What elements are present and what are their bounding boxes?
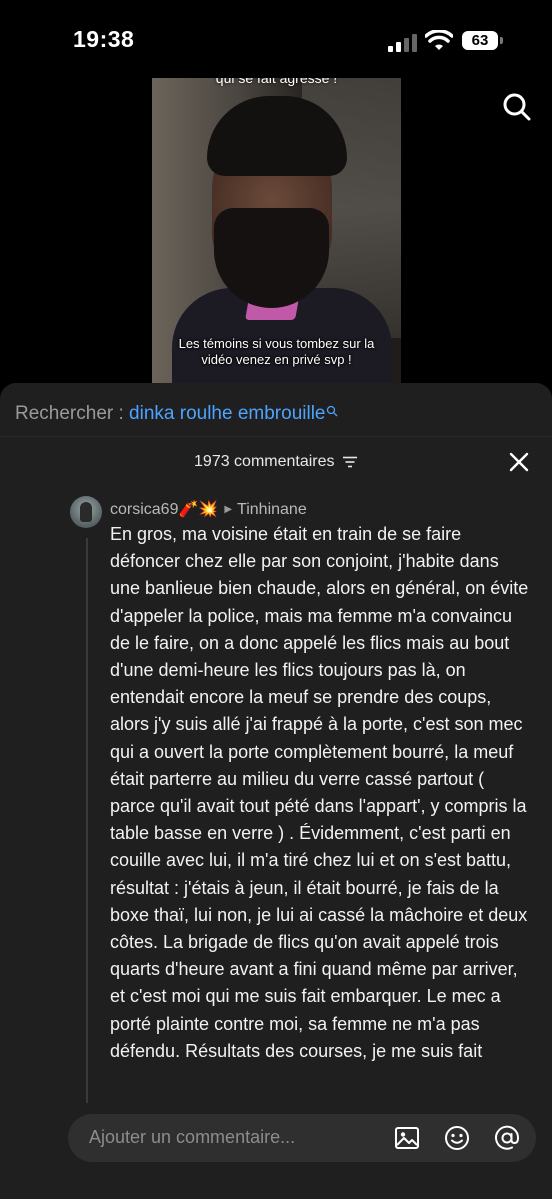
search-icon[interactable] xyxy=(502,92,532,122)
emoji-icon[interactable] xyxy=(444,1125,470,1151)
reply-thread-line xyxy=(86,538,88,1103)
avatar[interactable] xyxy=(70,496,102,528)
comment-text: En gros, ma voisine était en train de se… xyxy=(110,524,529,1061)
username[interactable]: corsica69🧨💥 xyxy=(110,501,218,518)
video-top-text: qui se fait agressé ! xyxy=(215,78,338,86)
filter-icon[interactable] xyxy=(342,456,358,468)
search-suggestion-icon xyxy=(326,405,337,417)
mention-icon[interactable] xyxy=(494,1125,520,1151)
signal-icon xyxy=(388,34,418,52)
comments-panel: Rechercher : dinka roulhe embrouille 197… xyxy=(0,383,552,1199)
video-caption: Les témoins si vous tombez sur la vidéo … xyxy=(178,336,375,367)
wifi-icon xyxy=(425,30,453,50)
search-label: Rechercher : xyxy=(15,403,130,424)
status-bar: 19:38 63 xyxy=(0,0,552,80)
search-suggestion[interactable]: Rechercher : dinka roulhe embrouille xyxy=(15,403,338,425)
avatar-figure xyxy=(80,502,92,522)
status-time: 19:38 xyxy=(73,26,135,52)
comment-input[interactable]: Ajouter un commentaire... xyxy=(68,1114,536,1162)
battery-icon: 63 xyxy=(462,31,498,50)
comment-count-label: 1973 commentaires xyxy=(194,453,335,470)
comment-count[interactable]: 1973 commentaires xyxy=(0,453,552,471)
reply-arrow-icon: ▶ xyxy=(224,504,233,516)
close-icon[interactable] xyxy=(508,451,530,473)
image-icon[interactable] xyxy=(394,1125,420,1151)
search-query[interactable]: dinka roulhe embrouille xyxy=(129,403,325,424)
comment-input-placeholder: Ajouter un commentaire... xyxy=(89,1127,296,1147)
battery-nub xyxy=(500,37,503,44)
video-preview[interactable]: qui se fait agressé ! Les témoins si vou… xyxy=(152,78,401,388)
panel-divider xyxy=(0,436,552,437)
reply-to-username[interactable]: Tinhinane xyxy=(237,501,307,518)
comment-author[interactable]: corsica69🧨💥 ▶ Tinhinane xyxy=(110,499,307,519)
